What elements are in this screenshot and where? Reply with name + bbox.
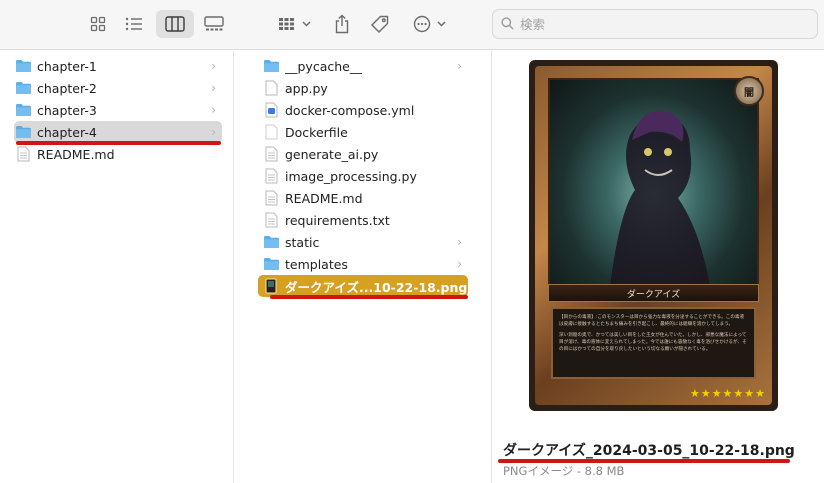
card-ability-text: 【目からの毒液】:このモンスターは目から強力な毒液を分泌することができる。この毒… (559, 315, 745, 327)
item-label: app.py (285, 80, 328, 96)
item-label: chapter-4 (37, 124, 97, 140)
text-document-icon (262, 212, 280, 228)
sidebar-column: chapter-1 › chapter-2 › chapter-3 › chap… (0, 51, 234, 483)
folder-chapter-1[interactable]: chapter-1 › (14, 55, 222, 77)
text-document-icon (262, 168, 280, 184)
item-label: chapter-3 (37, 102, 97, 118)
chevron-right-icon: › (211, 103, 216, 117)
file-generate-ai[interactable]: generate_ai.py (262, 143, 468, 165)
item-label: chapter-1 (37, 58, 97, 74)
document-icon (262, 124, 280, 140)
file-readme[interactable]: README.md (14, 143, 222, 165)
gallery-view-icon[interactable] (200, 10, 228, 38)
search-input[interactable] (520, 16, 800, 32)
folder-icon (14, 58, 32, 74)
card-preview-image: 闇 ダークアイズ 【目からの毒液】:このモンスターは目から強力な毒液を分泌するこ… (529, 60, 778, 411)
item-label: README.md (285, 190, 363, 206)
more-actions-icon[interactable] (410, 10, 450, 38)
grid-view-icon[interactable] (84, 10, 112, 38)
text-document-icon (262, 146, 280, 162)
text-document-icon (262, 190, 280, 206)
item-label: static (285, 234, 320, 250)
item-label: image_processing.py (285, 168, 417, 184)
card-flavor-text: 深い洞窟の奥で、かつては美しい目をした王女が住んでいた。しかし、邪悪な魔法によっ… (559, 333, 747, 352)
search-icon (501, 15, 514, 34)
chevron-right-icon: › (211, 81, 216, 95)
folder-icon (262, 234, 280, 250)
file-requirements[interactable]: requirements.txt (262, 209, 468, 231)
item-label: generate_ai.py (285, 146, 379, 162)
file-app-py[interactable]: app.py (262, 77, 468, 99)
chevron-right-icon: › (211, 59, 216, 73)
list-view-icon[interactable] (120, 10, 148, 38)
attribute-badge: 闇 (734, 76, 764, 106)
file-image-processing[interactable]: image_processing.py (262, 165, 468, 187)
files-column: __pycache__ › app.py docker-compose.yml … (234, 51, 492, 483)
yml-document-icon (262, 102, 280, 118)
folder-chapter-3[interactable]: chapter-3 › (14, 99, 222, 121)
folder-icon (262, 256, 280, 272)
file-dockerfile[interactable]: Dockerfile (262, 121, 468, 143)
file-dark-eyes-png[interactable]: ダークアイズ...10-22-18.png (258, 275, 468, 297)
item-label: docker-compose.yml (285, 102, 415, 118)
file-docker-compose[interactable]: docker-compose.yml (262, 99, 468, 121)
item-label: requirements.txt (285, 212, 390, 228)
preview-filename: ダークアイズ_2024-03-05_10-22-18.png (503, 443, 795, 459)
card-artwork (548, 78, 759, 288)
folder-icon (262, 58, 280, 74)
share-icon[interactable] (328, 10, 356, 38)
column-view-icon[interactable] (156, 10, 194, 38)
item-label: ダークアイズ...10-22-18.png (285, 279, 468, 295)
folder-pycache[interactable]: __pycache__ › (262, 55, 468, 77)
card-name: ダークアイズ (548, 284, 759, 302)
folder-icon (14, 80, 32, 96)
chevron-right-icon: › (211, 125, 216, 139)
toolbar (0, 0, 824, 50)
preview-file-meta: PNGイメージ - 8.8 MB (503, 464, 625, 478)
item-label: README.md (37, 146, 115, 162)
chevron-right-icon: › (457, 257, 462, 271)
item-label: Dockerfile (285, 124, 348, 140)
image-file-icon (262, 278, 280, 294)
folder-static[interactable]: static › (262, 231, 468, 253)
folder-templates[interactable]: templates › (262, 253, 468, 275)
search-field[interactable] (492, 9, 818, 39)
preview-pane: 闇 ダークアイズ 【目からの毒液】:このモンスターは目から強力な毒液を分泌するこ… (492, 51, 824, 483)
folder-icon (14, 102, 32, 118)
item-label: templates (285, 256, 348, 272)
tag-icon[interactable] (366, 10, 394, 38)
file-readme[interactable]: README.md (262, 187, 468, 209)
document-icon (14, 146, 32, 162)
group-by-icon[interactable] (274, 10, 316, 38)
card-description: 【目からの毒液】:このモンスターは目から強力な毒液を分泌することができる。この毒… (551, 307, 756, 379)
folder-chapter-2[interactable]: chapter-2 › (14, 77, 222, 99)
chevron-right-icon: › (457, 59, 462, 73)
item-label: __pycache__ (285, 58, 363, 74)
star-rating: ★★★★★★★ (689, 387, 766, 400)
chevron-right-icon: › (457, 235, 462, 249)
folder-icon (14, 124, 32, 140)
folder-chapter-4[interactable]: chapter-4 › (14, 121, 222, 143)
document-icon (262, 80, 280, 96)
item-label: chapter-2 (37, 80, 97, 96)
annotation-underline (270, 295, 468, 299)
